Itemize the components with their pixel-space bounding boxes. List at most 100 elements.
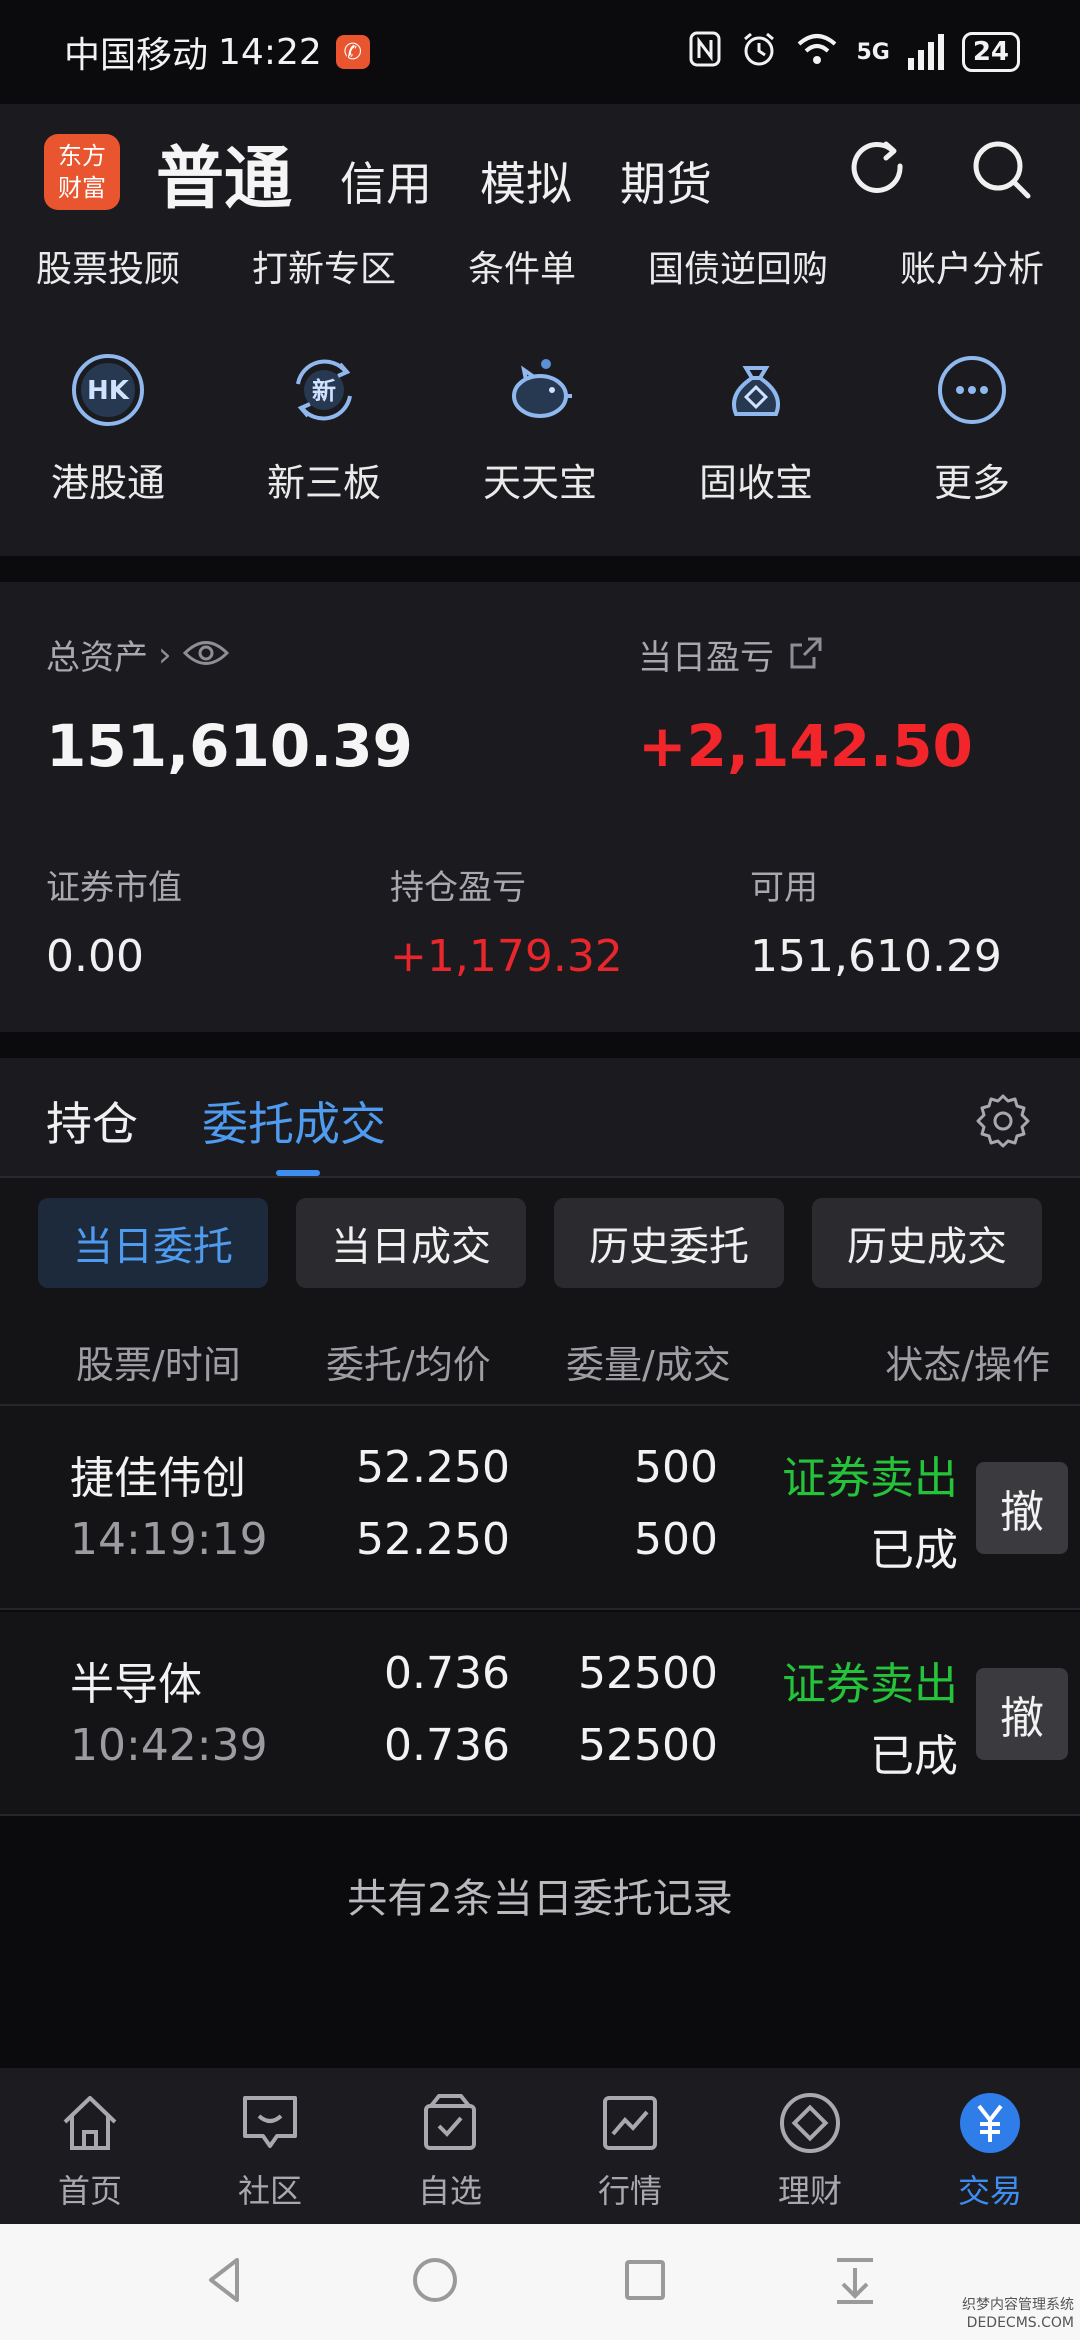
tab-holdings[interactable]: 持仓 [46, 1088, 138, 1154]
carrier-name: 中国移动 [64, 35, 209, 76]
link-ipo-zone[interactable]: 打新专区 [252, 240, 396, 292]
total-assets-label: 总资产 [46, 638, 148, 678]
tab-credit[interactable]: 信用 [340, 148, 432, 214]
recents-icon[interactable] [617, 2252, 673, 2312]
available-block: 可用 151,610.29 [750, 860, 1002, 982]
link-account-analysis[interactable]: 账户分析 [900, 240, 1044, 292]
subtab-today-trades[interactable]: 当日成交 [296, 1198, 526, 1288]
watermark: 织梦内容管理系统 DEDECMS.COM [962, 2296, 1074, 2332]
more-icon [932, 350, 1012, 434]
home-circle-icon[interactable] [407, 2252, 463, 2312]
table-row[interactable]: 捷佳伟创 14:19:19 52.250 52.250 500 500 证券卖出… [0, 1406, 1080, 1610]
nav-wealth[interactable]: 理财 [720, 2068, 900, 2224]
quick-label: 更多 [933, 461, 1010, 505]
quick-links-row1: 股票投顾 打新专区 条件单 国债逆回购 账户分析 [0, 240, 1080, 292]
quick-item-fixed-income[interactable]: 固收宝 [656, 350, 856, 507]
quick-item-more[interactable]: 更多 [872, 350, 1072, 507]
nav-label: 首页 [57, 2172, 122, 2210]
tab-normal[interactable]: 普通 [156, 123, 292, 222]
avg-price: 52.250 [356, 1514, 510, 1565]
quick-links-panel: 股票投顾 打新专区 条件单 国债逆回购 账户分析 HK 港股通 新 新三板 天天… [0, 240, 1080, 556]
quick-item-hk-connect[interactable]: HK 港股通 [8, 350, 208, 507]
cancel-order-button[interactable]: 撤 [976, 1668, 1068, 1760]
nav-trade[interactable]: 交易 [900, 2068, 1080, 2224]
back-icon[interactable] [197, 2252, 253, 2312]
header-price: 委托/均价 [326, 1343, 491, 1387]
link-conditional-order[interactable]: 条件单 [468, 240, 576, 292]
order-state: 已成 [870, 1525, 958, 1576]
logo-line1: 东方 [58, 142, 106, 170]
watermark-line2: DEDECMS.COM [966, 2315, 1074, 2331]
status-right: 5G 24 [688, 30, 1020, 75]
nav-community[interactable]: 社区 [180, 2068, 360, 2224]
position-pl-label: 持仓盈亏 [390, 868, 526, 908]
trade-icon [957, 2090, 1023, 2160]
status-bar: 中国移动 14:22 ✆ 5G 24 [0, 0, 1080, 104]
refresh-icon[interactable] [844, 136, 912, 208]
filled-quantity: 500 [634, 1514, 718, 1565]
nfc-icon [688, 30, 722, 75]
app-logo[interactable]: 东方 财富 [44, 134, 120, 210]
link-bond-repo[interactable]: 国债逆回购 [648, 240, 828, 292]
assets-summary: 总资产 › 151,610.39 当日盈亏 +2,142.50 证券市值 0.0… [0, 582, 1080, 1032]
daily-pl-link[interactable]: 当日盈亏 [638, 630, 824, 679]
watermark-line1: 织梦内容管理系统 [962, 2297, 1074, 2313]
tab-futures[interactable]: 期货 [620, 148, 712, 214]
order-quantity: 52500 [578, 1648, 718, 1699]
gear-icon[interactable] [974, 1092, 1032, 1150]
subtab-today-orders[interactable]: 当日委托 [38, 1198, 268, 1288]
nav-label: 理财 [777, 2172, 842, 2210]
quick-item-tiantianbao[interactable]: 天天宝 [440, 350, 640, 507]
wealth-icon [777, 2090, 843, 2160]
tab-simulation[interactable]: 模拟 [480, 148, 572, 214]
daily-pl-label: 当日盈亏 [638, 638, 774, 678]
nav-watchlist[interactable]: 自选 [360, 2068, 540, 2224]
cancel-order-button[interactable]: 撤 [976, 1462, 1068, 1554]
tab-orders[interactable]: 委托成交 [202, 1088, 386, 1154]
daily-pl-value: +2,142.50 [638, 712, 973, 780]
nav-label: 行情 [597, 2172, 662, 2210]
nav-home[interactable]: 首页 [0, 2068, 180, 2224]
nav-label: 社区 [237, 2172, 302, 2210]
market-value-block: 证券市值 0.00 [46, 860, 182, 982]
link-stock-advisor[interactable]: 股票投顾 [36, 240, 180, 292]
nav-market[interactable]: 行情 [540, 2068, 720, 2224]
header-status-action: 状态/操作 [885, 1343, 1050, 1387]
hk-icon: HK [68, 350, 148, 434]
order-state: 已成 [870, 1731, 958, 1782]
order-type: 证券卖出 [782, 1453, 958, 1504]
stock-name: 捷佳伟创 [70, 1453, 246, 1504]
share-icon[interactable] [788, 635, 824, 675]
position-order-tabs: 持仓 委托成交 [0, 1058, 1080, 1178]
quick-label: 新三板 [266, 461, 381, 505]
quick-label: 天天宝 [482, 461, 597, 505]
header-stock-time: 股票/时间 [76, 1343, 241, 1387]
signal-icon [907, 34, 944, 70]
search-icon[interactable] [968, 136, 1036, 208]
quick-label: 固收宝 [698, 461, 813, 505]
subtab-history-orders[interactable]: 历史委托 [554, 1198, 784, 1288]
position-pl-block: 持仓盈亏 +1,179.32 [390, 860, 623, 982]
nav-actions [844, 136, 1036, 208]
network-type: 5G [856, 39, 890, 65]
market-icon [597, 2090, 663, 2160]
eye-icon[interactable] [182, 638, 230, 672]
alarm-icon [740, 30, 778, 75]
quick-label: 港股通 [50, 461, 165, 505]
table-row[interactable]: 半导体 10:42:39 0.736 0.736 52500 52500 证券卖… [0, 1612, 1080, 1816]
order-sub-tabs: 当日委托 当日成交 历史委托 历史成交 [0, 1178, 1080, 1312]
notification-app-icon: ✆ [335, 35, 370, 69]
system-nav-bar: 织梦内容管理系统 DEDECMS.COM [0, 2224, 1080, 2340]
svg-text:新: 新 [312, 377, 336, 405]
chevron-right-icon: › [158, 634, 172, 675]
orders-table-header: 股票/时间 委托/均价 委量/成交 状态/操作 [0, 1312, 1080, 1406]
battery-level: 24 [961, 32, 1020, 72]
market-value: 0.00 [46, 931, 144, 982]
money-bag-icon [716, 350, 796, 434]
avg-price: 0.736 [384, 1720, 510, 1771]
subtab-history-trades[interactable]: 历史成交 [812, 1198, 1042, 1288]
pull-down-icon[interactable] [827, 2252, 883, 2312]
quick-item-new-three-board[interactable]: 新 新三板 [224, 350, 424, 507]
logo-line2: 财富 [58, 174, 106, 202]
total-assets-link[interactable]: 总资产 › [46, 630, 230, 679]
